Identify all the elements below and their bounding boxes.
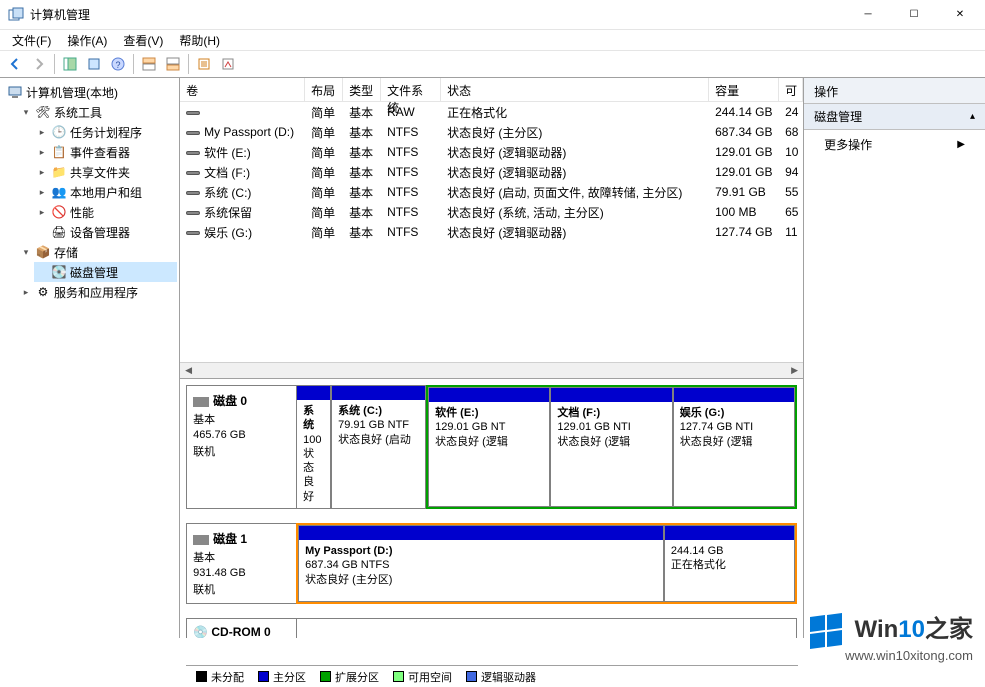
menubar: 文件(F) 操作(A) 查看(V) 帮助(H) bbox=[0, 30, 985, 50]
actions-more[interactable]: 更多操作 ▶ bbox=[804, 130, 985, 159]
disk-icon: 💽 bbox=[51, 264, 67, 280]
col-layout[interactable]: 布局 bbox=[305, 78, 343, 101]
cdrom-icon: 💿 bbox=[193, 625, 208, 638]
tree-storage[interactable]: ▾📦存储 bbox=[18, 242, 177, 262]
chevron-right-icon: ▶ bbox=[957, 139, 965, 150]
cdrom-info[interactable]: 💿 CD-ROM 0 DVD (H:) bbox=[186, 618, 296, 638]
maximize-button[interactable]: ☐ bbox=[891, 0, 937, 30]
tree-services-apps[interactable]: ▸⚙服务和应用程序 bbox=[18, 282, 177, 302]
hdd-icon bbox=[193, 535, 209, 545]
col-type[interactable]: 类型 bbox=[343, 78, 381, 101]
computer-icon bbox=[7, 84, 23, 100]
show-hide-tree-button[interactable] bbox=[59, 53, 81, 75]
disk-row-1[interactable]: 磁盘 1 基本 931.48 GB 联机 My Passport (D:)687… bbox=[186, 523, 797, 604]
scroll-right-button[interactable]: ▶ bbox=[786, 363, 803, 379]
toolbar: ? bbox=[0, 50, 985, 78]
folder-shared-icon: 📁 bbox=[51, 164, 67, 180]
legend-free: 可用空间 bbox=[393, 669, 452, 685]
actions-header: 操作 bbox=[804, 78, 985, 104]
actions-pane: 操作 磁盘管理 ▴ 更多操作 ▶ bbox=[804, 78, 985, 638]
windows-logo-icon bbox=[810, 614, 844, 648]
properties-button[interactable] bbox=[83, 53, 105, 75]
perf-icon: 🚫 bbox=[51, 204, 67, 220]
volume-header-row: 卷 布局 类型 文件系统 状态 容量 可 bbox=[180, 78, 803, 102]
disk-row-0[interactable]: 磁盘 0 基本 465.76 GB 联机 系统100状态良好 系统 (C:)79… bbox=[186, 385, 797, 509]
svg-text:?: ? bbox=[115, 60, 120, 70]
menu-file[interactable]: 文件(F) bbox=[4, 30, 59, 51]
minimize-button[interactable]: ─ bbox=[845, 0, 891, 30]
tree-task-scheduler[interactable]: ▸🕒任务计划程序 bbox=[34, 122, 177, 142]
partition[interactable]: 系统100状态良好 bbox=[296, 385, 331, 509]
disk-1-info[interactable]: 磁盘 1 基本 931.48 GB 联机 bbox=[186, 523, 296, 604]
tree-local-users[interactable]: ▸👥本地用户和组 bbox=[34, 182, 177, 202]
volume-list[interactable]: 卷 布局 类型 文件系统 状态 容量 可 简单基本RAW正在格式化244.14 … bbox=[180, 78, 803, 379]
legend-extended: 扩展分区 bbox=[320, 669, 379, 685]
partition[interactable]: 娱乐 (G:)127.74 GB NTI状态良好 (逻辑 bbox=[673, 387, 795, 507]
users-icon: 👥 bbox=[51, 184, 67, 200]
services-icon: ⚙ bbox=[35, 284, 51, 300]
volume-row[interactable]: 系统 (C:)简单基本NTFS状态良好 (启动, 页面文件, 故障转储, 主分区… bbox=[180, 182, 803, 202]
titlebar: 计算机管理 ─ ☐ ✕ bbox=[0, 0, 985, 30]
disk-legend: 未分配 主分区 扩展分区 可用空间 逻辑驱动器 bbox=[186, 665, 798, 687]
wrench-icon: 🛠 bbox=[35, 104, 51, 120]
nav-back-button[interactable] bbox=[4, 53, 26, 75]
legend-logical: 逻辑驱动器 bbox=[466, 669, 536, 685]
volume-row[interactable]: 软件 (E:)简单基本NTFS状态良好 (逻辑驱动器)129.01 GB10 bbox=[180, 142, 803, 162]
help-button[interactable]: ? bbox=[107, 53, 129, 75]
hdd-icon bbox=[193, 397, 209, 407]
settings-button[interactable] bbox=[193, 53, 215, 75]
app-icon bbox=[8, 7, 24, 23]
col-available[interactable]: 可 bbox=[779, 78, 803, 101]
disk-graphical-view[interactable]: 磁盘 0 基本 465.76 GB 联机 系统100状态良好 系统 (C:)79… bbox=[180, 379, 803, 638]
partition[interactable]: 文档 (F:)129.01 GB NTI状态良好 (逻辑 bbox=[550, 387, 672, 507]
volume-row[interactable]: My Passport (D:)简单基本NTFS状态良好 (主分区)687.34… bbox=[180, 122, 803, 142]
menu-help[interactable]: 帮助(H) bbox=[171, 30, 228, 51]
storage-icon: 📦 bbox=[35, 244, 51, 260]
tree-root[interactable]: 计算机管理(本地) bbox=[2, 82, 177, 102]
partition[interactable]: 系统 (C:)79.91 GB NTF状态良好 (启动 bbox=[331, 385, 426, 509]
options-button[interactable] bbox=[217, 53, 239, 75]
col-status[interactable]: 状态 bbox=[441, 78, 709, 101]
volume-row[interactable]: 简单基本RAW正在格式化244.14 GB24 bbox=[180, 102, 803, 122]
window-title: 计算机管理 bbox=[30, 6, 845, 23]
partition-formatting[interactable]: 244.14 GB正在格式化 bbox=[664, 525, 795, 602]
volume-scrollbar[interactable]: ◀ ▶ bbox=[180, 362, 803, 378]
console-tree[interactable]: 计算机管理(本地) ▾🛠系统工具 ▸🕒任务计划程序 ▸📋事件查看器 ▸📁共享文件… bbox=[0, 78, 180, 638]
tree-device-manager[interactable]: 🖨设备管理器 bbox=[34, 222, 177, 242]
tree-disk-management[interactable]: 💽磁盘管理 bbox=[34, 262, 177, 282]
col-filesystem[interactable]: 文件系统 bbox=[381, 78, 441, 101]
scroll-left-button[interactable]: ◀ bbox=[180, 363, 197, 379]
col-capacity[interactable]: 容量 bbox=[709, 78, 779, 101]
menu-view[interactable]: 查看(V) bbox=[115, 30, 171, 51]
nav-forward-button[interactable] bbox=[28, 53, 50, 75]
legend-primary: 主分区 bbox=[258, 669, 306, 685]
watermark: Win10之家 www.win10xitong.com bbox=[810, 609, 973, 663]
tree-root-label: 计算机管理(本地) bbox=[26, 84, 118, 101]
disk-row-cdrom[interactable]: 💿 CD-ROM 0 DVD (H:) bbox=[186, 618, 797, 638]
clock-icon: 🕒 bbox=[51, 124, 67, 140]
partition[interactable]: My Passport (D:)687.34 GB NTFS状态良好 (主分区) bbox=[298, 525, 664, 602]
view-bottom-button[interactable] bbox=[162, 53, 184, 75]
volume-row[interactable]: 娱乐 (G:)简单基本NTFS状态良好 (逻辑驱动器)127.74 GB11 bbox=[180, 222, 803, 242]
actions-section[interactable]: 磁盘管理 ▴ bbox=[804, 104, 985, 130]
collapse-icon: ▴ bbox=[970, 111, 975, 122]
volume-row[interactable]: 系统保留简单基本NTFS状态良好 (系统, 活动, 主分区)100 MB65 bbox=[180, 202, 803, 222]
legend-unallocated: 未分配 bbox=[196, 669, 244, 685]
tree-shared-folders[interactable]: ▸📁共享文件夹 bbox=[34, 162, 177, 182]
tree-system-tools[interactable]: ▾🛠系统工具 bbox=[18, 102, 177, 122]
event-icon: 📋 bbox=[51, 144, 67, 160]
menu-action[interactable]: 操作(A) bbox=[59, 30, 115, 51]
partition[interactable]: 软件 (E:)129.01 GB NT状态良好 (逻辑 bbox=[428, 387, 550, 507]
view-top-button[interactable] bbox=[138, 53, 160, 75]
col-volume[interactable]: 卷 bbox=[180, 78, 305, 101]
main-area: 计算机管理(本地) ▾🛠系统工具 ▸🕒任务计划程序 ▸📋事件查看器 ▸📁共享文件… bbox=[0, 78, 985, 638]
disk-0-info[interactable]: 磁盘 0 基本 465.76 GB 联机 bbox=[186, 385, 296, 509]
tree-event-viewer[interactable]: ▸📋事件查看器 bbox=[34, 142, 177, 162]
tree-performance[interactable]: ▸🚫性能 bbox=[34, 202, 177, 222]
center-pane: 卷 布局 类型 文件系统 状态 容量 可 简单基本RAW正在格式化244.14 … bbox=[180, 78, 804, 638]
volume-row[interactable]: 文档 (F:)简单基本NTFS状态良好 (逻辑驱动器)129.01 GB94 bbox=[180, 162, 803, 182]
device-icon: 🖨 bbox=[51, 224, 67, 240]
close-button[interactable]: ✕ bbox=[937, 0, 983, 30]
